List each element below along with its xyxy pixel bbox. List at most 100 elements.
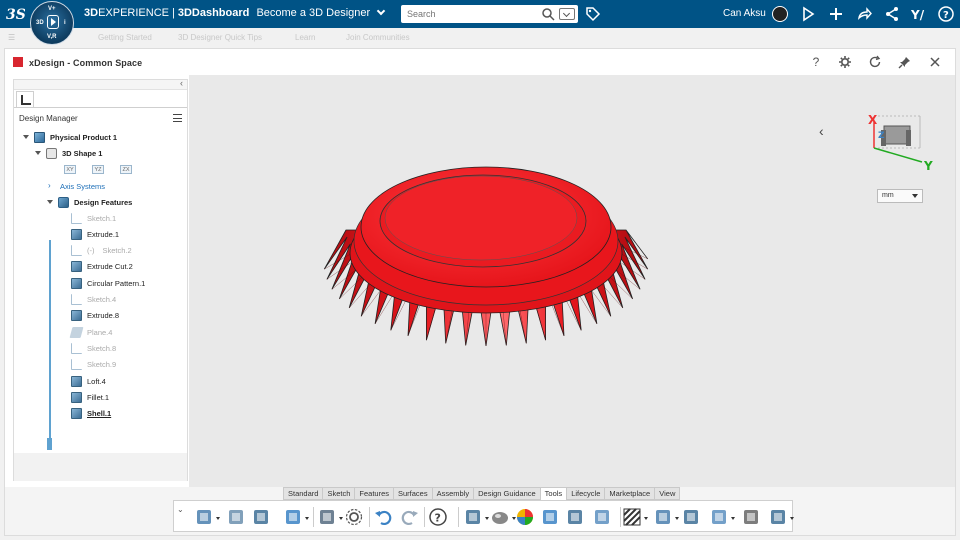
command-tab[interactable]: Sketch [323,487,356,500]
dropdown-arrow-icon[interactable] [731,517,735,520]
undo-icon[interactable] [373,507,393,527]
command-tab[interactable]: Surfaces [394,487,433,500]
tree-node-feature[interactable]: Sketch.4 [71,293,116,307]
search-input[interactable] [401,5,537,23]
tree-node-axis-systems[interactable]: Axis Systems [60,179,105,193]
tree-node-shape[interactable]: 3D Shape 1 [46,146,102,160]
settings-icon[interactable] [344,507,364,527]
dropdown-arrow-icon[interactable] [790,517,794,520]
share-icon[interactable] [800,6,816,22]
dropdown-arrow-icon[interactable] [675,517,679,520]
chevron-down-icon[interactable] [376,6,386,16]
plane-zx-icon[interactable]: ZX [120,165,132,174]
expand-caret-icon[interactable] [47,200,53,204]
view-cube-icon[interactable]: X Y Z [862,108,942,178]
tree-node-feature[interactable]: Circular Pattern.1 [71,276,145,290]
plane-yz-icon[interactable]: YZ [92,165,104,174]
tree-node-feature[interactable]: Fillet.1 [71,390,109,404]
command-tab[interactable]: Standard [283,487,324,500]
plane-xy-icon[interactable]: XY [64,165,76,174]
node-label: Plane.4 [87,327,113,337]
tree-node-feature[interactable]: Sketch.1 [71,211,116,225]
tree-node-feature[interactable]: Plane.4 [69,325,113,339]
help-icon[interactable]: ? [428,507,448,527]
sweep-icon[interactable] [768,507,788,527]
tree-tab[interactable] [16,91,34,107]
reload-icon[interactable] [868,55,882,69]
tree-node-design-features[interactable]: Design Features [58,195,132,209]
brand[interactable]: 3DEXPERIENCE | 3DDashboard Become a 3D Des… [84,6,386,19]
forward-icon[interactable] [856,6,872,22]
explode-icon[interactable] [741,507,761,527]
network-icon[interactable] [884,6,900,22]
mass-properties-icon[interactable] [565,507,585,527]
hamburger-icon[interactable] [173,114,182,122]
dashboard-tab[interactable]: 3D Designer Quick Tips [178,33,262,42]
dashboard-tab[interactable]: Getting Started [98,33,152,42]
properties-icon[interactable] [317,507,337,527]
tree-node-feature[interactable]: Extrude.8 [71,309,119,323]
tree-node-feature[interactable]: Loft.4 [71,374,106,388]
command-tab[interactable]: Design Guidance [474,487,541,500]
unit-select[interactable]: mm [877,189,923,203]
bottle-cap-model[interactable] [189,75,955,487]
compare-icon[interactable] [681,507,701,527]
chevron-right-icon[interactable]: › [48,181,51,190]
dropdown-arrow-icon[interactable] [644,517,648,520]
dashboard-tab[interactable]: Join Communities [346,33,410,42]
toolbar-collapse-icon[interactable]: ⌄ [177,505,184,514]
tree-node-feature[interactable]: Extrude.1 [71,227,119,241]
plus-icon[interactable] [828,6,844,22]
compass-button[interactable]: V+ 3D i V,R [30,1,74,45]
dropdown-arrow-icon[interactable] [216,517,220,520]
view-mode-icon[interactable] [592,507,612,527]
command-tab[interactable]: Lifecycle [567,487,606,500]
user-name[interactable]: Can Aksu [723,8,766,19]
measure-tool-icon[interactable] [194,507,214,527]
expand-caret-icon[interactable] [23,135,29,139]
menu-icon[interactable]: ☰ [8,33,15,42]
command-tab[interactable]: View [655,487,681,500]
rollback-bar[interactable] [47,438,52,450]
check-icon[interactable] [653,507,673,527]
command-tab[interactable]: Features [355,487,394,500]
tree-node-product[interactable]: Physical Product 1 [34,130,117,144]
dashboard-tab[interactable]: Learn [295,33,315,42]
avatar[interactable] [772,6,788,22]
chevron-left-icon[interactable]: ‹ [180,78,183,88]
refresh-icon[interactable] [283,507,303,527]
close-icon[interactable] [928,55,942,69]
capture-icon[interactable] [463,507,483,527]
command-tab[interactable]: Assembly [432,487,475,500]
pin-icon[interactable] [898,55,912,69]
tag-icon[interactable] [585,6,601,22]
command-tab[interactable]: Tools [540,487,568,500]
help-button[interactable]: ? [809,55,823,69]
appearance-icon[interactable] [515,507,535,527]
search-icon[interactable] [541,7,555,21]
save-icon[interactable] [251,507,271,527]
help-icon[interactable]: ? [938,6,954,22]
chevron-left-icon[interactable]: ‹ [819,123,824,139]
tree-node-feature[interactable]: Sketch.9 [71,358,116,372]
apps-icon[interactable]: Y/ [911,6,927,22]
tree-node-feature[interactable]: Extrude Cut.2 [71,260,133,274]
panel-collapse-bar[interactable]: ‹ [14,78,187,90]
magnify-icon[interactable] [540,507,560,527]
render-icon[interactable] [709,507,729,527]
search-scope-dropdown[interactable] [559,8,575,20]
tree-node-feature[interactable]: (-) Sketch.2 [71,244,132,258]
dropdown-arrow-icon[interactable] [339,517,343,520]
dropdown-arrow-icon[interactable] [305,517,309,520]
tree-node-feature[interactable]: Shell.1 [71,407,111,421]
gear-icon[interactable] [838,55,852,69]
dropdown-arrow-icon[interactable] [485,517,489,520]
command-tab[interactable]: Marketplace [605,487,656,500]
expand-caret-icon[interactable] [35,151,41,155]
section-view-icon[interactable] [226,507,246,527]
hatch-icon[interactable] [622,507,642,527]
tree-node-feature[interactable]: Sketch.8 [71,341,116,355]
redo-icon[interactable] [400,507,420,527]
material-icon[interactable] [490,507,510,527]
3d-viewport[interactable]: ‹ X Y Z mm [189,75,955,487]
